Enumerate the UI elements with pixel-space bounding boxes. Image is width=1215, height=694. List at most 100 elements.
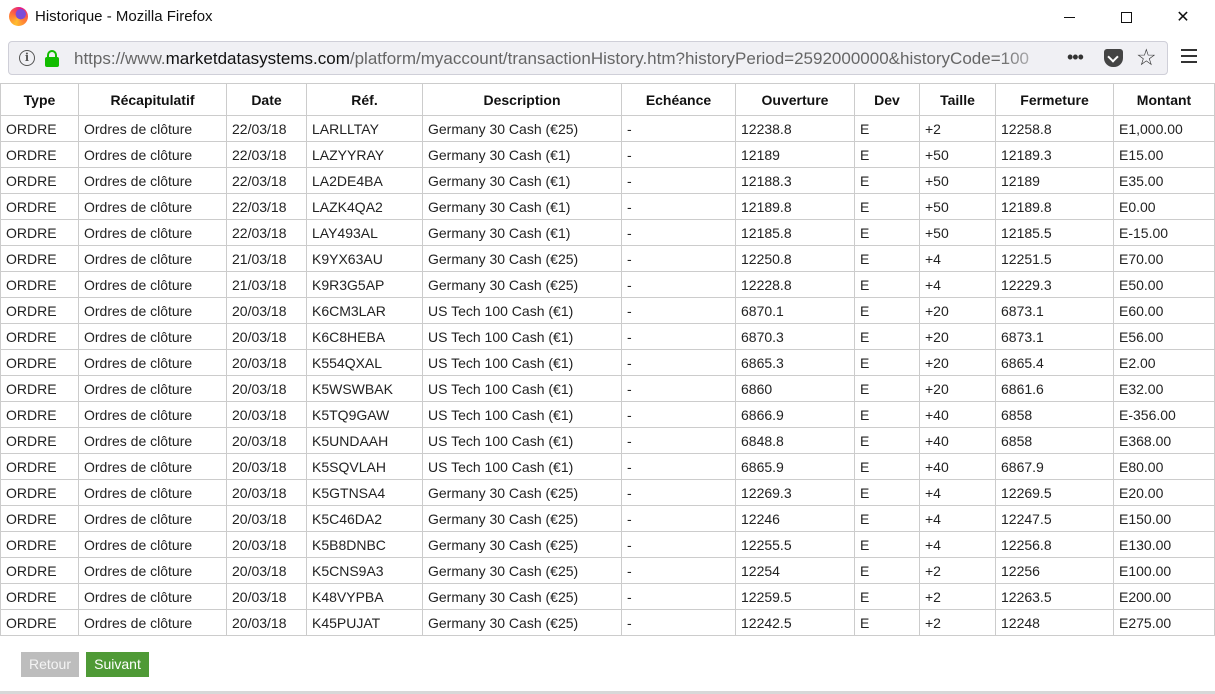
table-row[interactable]: ORDRE Ordres de clôture 20/03/18 K5WSWBAK US… [0,375,1215,402]
column-header-size[interactable]: Taille [919,83,996,116]
maximize-button[interactable] [1097,0,1155,34]
pocket-icon[interactable] [1104,49,1123,67]
cell-description: Germany 30 Cash (€25) [422,115,622,142]
cell-date: 22/03/18 [226,193,307,220]
column-header-expiry[interactable]: Echéance [621,83,736,116]
cell-ref: K5TQ9GAW [306,401,423,428]
cell-closing: 12251.5 [995,245,1114,272]
close-button[interactable]: ✕ [1154,0,1212,34]
cell-currency: E [854,115,920,142]
hamburger-menu-icon[interactable] [1181,49,1197,67]
site-info-icon[interactable]: i [19,50,35,66]
cell-ref: K5C46DA2 [306,505,423,532]
cell-description: Germany 30 Cash (€25) [422,271,622,298]
cell-size: +2 [919,115,996,142]
cell-description: Germany 30 Cash (€25) [422,505,622,532]
column-header-amount[interactable]: Montant [1113,83,1215,116]
url-text[interactable]: https://www.marketdatasystems.com/platfo… [74,49,1059,69]
column-header-summary[interactable]: Récapitulatif [78,83,227,116]
cell-type: ORDRE [0,297,79,324]
column-header-ref[interactable]: Réf. [306,83,423,116]
table-row[interactable]: ORDRE Ordres de clôture 20/03/18 K5B8DNBC Ge… [0,531,1215,558]
cell-summary: Ordres de clôture [78,557,227,584]
back-button[interactable]: Retour [21,652,79,677]
column-header-date[interactable]: Date [226,83,307,116]
lock-icon[interactable] [44,50,60,68]
table-row[interactable]: ORDRE Ordres de clôture 20/03/18 K6CM3LAR US… [0,297,1215,324]
cell-summary: Ordres de clôture [78,271,227,298]
table-row[interactable]: ORDRE Ordres de clôture 22/03/18 LA2DE4BA Ge… [0,167,1215,194]
cell-closing: 12185.5 [995,219,1114,246]
cell-description: US Tech 100 Cash (€1) [422,453,622,480]
cell-description: Germany 30 Cash (€1) [422,193,622,220]
cell-size: +2 [919,609,996,636]
table-row[interactable]: ORDRE Ordres de clôture 20/03/18 K5CNS9A3 Ge… [0,557,1215,584]
next-button[interactable]: Suivant [86,652,149,677]
cell-ref: K5B8DNBC [306,531,423,558]
table-row[interactable]: ORDRE Ordres de clôture 21/03/18 K9R3G5AP Ge… [0,271,1215,298]
cell-ref: LAZK4QA2 [306,193,423,220]
column-header-type[interactable]: Type [0,83,79,116]
cell-expiry: - [621,375,736,402]
cell-currency: E [854,479,920,506]
cell-currency: E [854,245,920,272]
cell-date: 21/03/18 [226,245,307,272]
cell-summary: Ordres de clôture [78,479,227,506]
cell-currency: E [854,141,920,168]
table-row[interactable]: ORDRE Ordres de clôture 20/03/18 K5TQ9GAW US… [0,401,1215,428]
table-row[interactable]: ORDRE Ordres de clôture 21/03/18 K9YX63AU Ge… [0,245,1215,272]
cell-ref: K9R3G5AP [306,271,423,298]
url-bar[interactable]: i https://www.marketdatasystems.com/plat… [8,41,1168,75]
table-row[interactable]: ORDRE Ordres de clôture 22/03/18 LAY493AL Ge… [0,219,1215,246]
cell-summary: Ordres de clôture [78,141,227,168]
table-row[interactable]: ORDRE Ordres de clôture 20/03/18 K6C8HEBA US… [0,323,1215,350]
table-row[interactable]: ORDRE Ordres de clôture 22/03/18 LAZK4QA2 Ge… [0,193,1215,220]
cell-opening: 6870.1 [735,297,855,324]
column-header-closing[interactable]: Fermeture [995,83,1114,116]
cell-opening: 12269.3 [735,479,855,506]
table-row[interactable]: ORDRE Ordres de clôture 20/03/18 K5UNDAAH US… [0,427,1215,454]
cell-summary: Ordres de clôture [78,193,227,220]
cell-currency: E [854,583,920,610]
cell-ref: K6C8HEBA [306,323,423,350]
cell-ref: K45PUJAT [306,609,423,636]
column-header-currency[interactable]: Dev [854,83,920,116]
cell-amount: E35.00 [1113,167,1215,194]
navigation-toolbar: i https://www.marketdatasystems.com/plat… [0,34,1215,82]
cell-date: 20/03/18 [226,349,307,376]
cell-size: +20 [919,323,996,350]
cell-description: Germany 30 Cash (€25) [422,583,622,610]
close-icon: ✕ [1176,9,1190,26]
table-row[interactable]: ORDRE Ordres de clôture 20/03/18 K554QXAL US… [0,349,1215,376]
cell-date: 20/03/18 [226,609,307,636]
cell-expiry: - [621,349,736,376]
table-row[interactable]: ORDRE Ordres de clôture 22/03/18 LAZYYRAY Ge… [0,141,1215,168]
table-body: ORDRE Ordres de clôture 22/03/18 LARLLTAY Ge… [0,115,1215,636]
cell-summary: Ordres de clôture [78,531,227,558]
maximize-icon [1120,11,1132,23]
pagination: Retour Suivant [21,652,149,677]
cell-size: +40 [919,427,996,454]
table-row[interactable]: ORDRE Ordres de clôture 20/03/18 K5C46DA2 Ge… [0,505,1215,532]
table-row[interactable]: ORDRE Ordres de clôture 20/03/18 K45PUJAT Ge… [0,609,1215,636]
column-header-opening[interactable]: Ouverture [735,83,855,116]
bookmark-star-icon[interactable]: ☆ [1136,44,1157,71]
column-header-description[interactable]: Description [422,83,622,116]
page-actions-icon[interactable]: ••• [1067,47,1084,68]
table-row[interactable]: ORDRE Ordres de clôture 22/03/18 LARLLTAY Ge… [0,115,1215,142]
cell-expiry: - [621,427,736,454]
cell-type: ORDRE [0,115,79,142]
cell-description: Germany 30 Cash (€1) [422,141,622,168]
table-row[interactable]: ORDRE Ordres de clôture 20/03/18 K48VYPBA Ge… [0,583,1215,610]
cell-opening: 6870.3 [735,323,855,350]
cell-expiry: - [621,115,736,142]
cell-summary: Ordres de clôture [78,609,227,636]
cell-date: 20/03/18 [226,583,307,610]
minimize-button[interactable] [1040,0,1098,34]
table-row[interactable]: ORDRE Ordres de clôture 20/03/18 K5SQVLAH US… [0,453,1215,480]
cell-amount: E50.00 [1113,271,1215,298]
table-row[interactable]: ORDRE Ordres de clôture 20/03/18 K5GTNSA4 Ge… [0,479,1215,506]
cell-expiry: - [621,609,736,636]
cell-opening: 6860 [735,375,855,402]
cell-amount: E60.00 [1113,297,1215,324]
